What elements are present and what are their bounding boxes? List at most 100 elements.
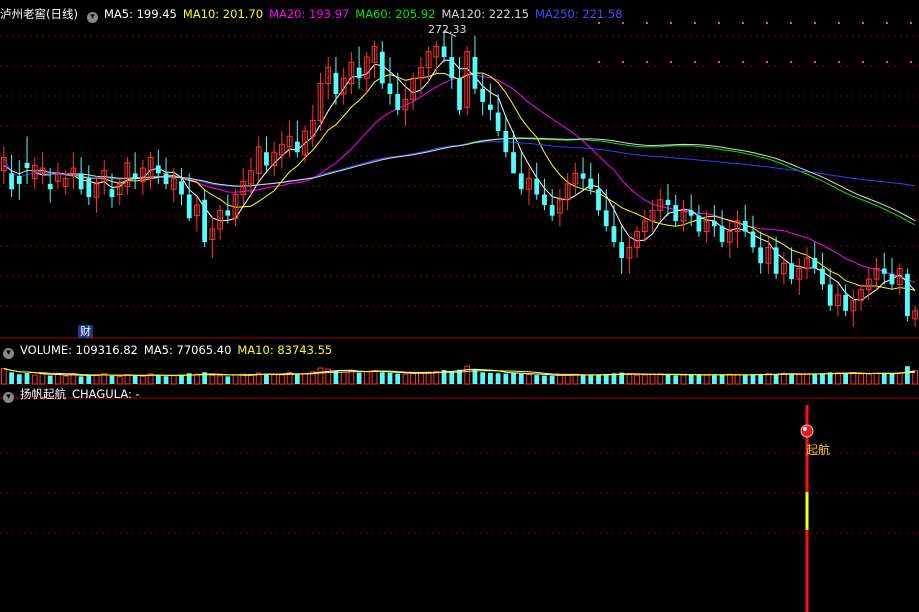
price-marker-dot [718,61,720,63]
volume-toggle-icon[interactable]: ▾ [3,348,14,359]
price-marker-dot [910,22,912,24]
volume-bar [773,374,779,384]
volume-bar [317,367,324,385]
indicator-toggle-icon[interactable]: ▾ [3,392,14,403]
signal-label: 起航 [806,443,831,457]
volume-bar [55,374,61,385]
volume-bar [333,371,339,384]
candle-body [472,57,478,89]
volume-bar [209,374,216,385]
price-marker-dot [910,61,912,63]
candle-body [202,199,208,243]
price-marker-dot [670,22,672,24]
candle-body [356,67,362,79]
volume-bar [596,374,601,384]
candle-body [549,205,555,216]
finance-badge[interactable]: 财 [78,325,93,338]
volume-bar [232,374,239,385]
candle-body [665,199,671,206]
candle-body [86,178,92,198]
ma20-line [150,74,916,283]
candle-body [511,152,516,174]
volume-bar [634,374,641,385]
volume-bar [340,371,347,385]
volume-bar [70,373,77,385]
candle-body [449,57,455,79]
volume-bar [425,371,432,385]
signal-ball-shine [803,427,808,431]
candle-body [789,263,794,280]
price-marker-dot [766,61,768,63]
volume-bar [225,376,231,384]
volume-bar [264,373,269,384]
price-header: 泸州老窖(日线) ▾ MA5: 199.45 MA10: 201.70 MA20: 19… [0,6,629,23]
volume-bar [417,371,424,385]
price-marker-dot [646,22,648,24]
volume-bar [78,376,84,384]
volume-bar [564,374,571,385]
candle-body [163,173,169,184]
volume-bar [858,373,864,385]
candle-body [534,178,540,195]
candle-body [719,226,725,243]
candle-body [905,273,910,317]
candle-body [750,231,756,248]
ma10-value: MA10: 201.70 [182,7,264,21]
volume-bar [86,375,92,384]
volume-bar [480,372,486,384]
volume-bar [696,374,702,384]
candle-body [132,173,138,179]
volume-bar [850,372,857,385]
volume-bar [217,375,223,385]
candle-body [294,141,300,153]
volume-bar [495,373,501,384]
stock-chart[interactable] [0,0,919,612]
price-marker-dot [718,22,720,24]
volume-bar [726,373,733,385]
volume-bar [549,375,555,384]
volume-bar [881,372,887,384]
volume-bar [557,374,563,385]
candle-body [387,83,393,95]
candle-body [487,104,493,110]
volume-bar [711,375,717,384]
volume-bar [116,376,123,385]
volume-bar [294,374,300,384]
volume-bar [588,375,594,384]
volume-bar [534,375,540,384]
candle-body [24,162,30,169]
candle-body [696,215,702,232]
candle-body [881,268,887,274]
volume-bar [734,374,741,385]
price-marker-dot [790,61,792,63]
volume-bar [155,375,161,384]
volume-bar [395,373,401,384]
settings-toggle-icon[interactable]: ▾ [86,12,98,23]
price-marker-dot [886,61,888,63]
volume-bar [464,365,471,385]
price-marker-dot [694,22,696,24]
candle-body [820,268,825,285]
high-price-label: 272.33 [428,23,467,36]
volume-bar [387,372,393,384]
candle-body [441,46,447,58]
volume-bar [356,372,362,384]
volume-bar [487,372,493,384]
candle-body [395,94,401,110]
price-marker-dot [598,22,600,24]
volume-bar [363,371,370,385]
volume-bar [132,375,138,384]
volume-bar [248,374,254,385]
volume-bar [905,366,910,384]
candle-body [889,273,895,285]
candle-body [155,165,161,174]
candle-body [333,72,339,95]
volume-bar [758,373,764,384]
volume-bar [665,374,671,384]
volume-bar [719,374,725,384]
stock-title[interactable]: 泸州老窖(日线) [0,7,78,21]
volume-bar [511,372,516,384]
volume-value: VOLUME: 109316.82 [20,343,138,357]
volume-bar [518,373,524,384]
price-marker-dot [670,61,672,63]
